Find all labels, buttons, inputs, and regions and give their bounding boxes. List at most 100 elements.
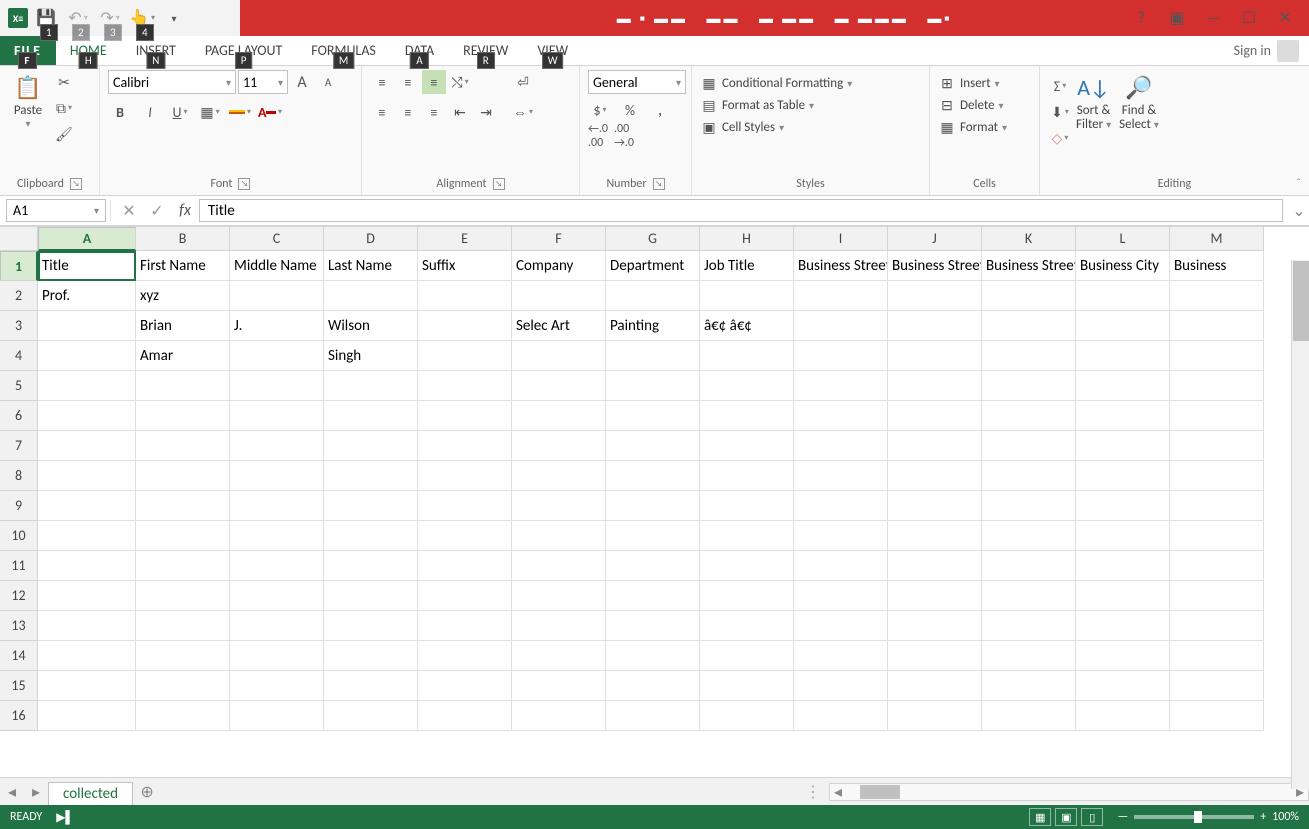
cancel-formula-button[interactable]: ✕ — [115, 196, 143, 225]
orientation-button[interactable]: ⤭▾ — [448, 70, 472, 94]
wrap-text-button[interactable]: ⏎ — [506, 70, 540, 94]
cell-G13[interactable] — [606, 611, 700, 641]
cell-J12[interactable] — [888, 581, 982, 611]
cell-I8[interactable] — [794, 461, 888, 491]
zoom-slider[interactable] — [1134, 815, 1254, 819]
cell-E12[interactable] — [418, 581, 512, 611]
percent-button[interactable]: % — [618, 98, 642, 122]
find-select-button[interactable]: 🔎 Find &Select ▾ — [1115, 70, 1163, 135]
sign-in[interactable]: Sign in — [1224, 36, 1309, 65]
cell-I4[interactable] — [794, 341, 888, 371]
cell-F14[interactable] — [512, 641, 606, 671]
row-header-16[interactable]: 16 — [0, 701, 38, 731]
cell-B5[interactable] — [136, 371, 230, 401]
qat-customize-button[interactable]: ▾ — [160, 4, 188, 32]
cell-H2[interactable] — [700, 281, 794, 311]
cell-G5[interactable] — [606, 371, 700, 401]
cell-C2[interactable] — [230, 281, 324, 311]
underline-button[interactable]: U▾ — [168, 100, 192, 124]
italic-button[interactable]: I — [138, 100, 162, 124]
cell-D6[interactable] — [324, 401, 418, 431]
cell-F2[interactable] — [512, 281, 606, 311]
cell-K8[interactable] — [982, 461, 1076, 491]
cell-C3[interactable]: J. — [230, 311, 324, 341]
cell-K2[interactable] — [982, 281, 1076, 311]
font-color-button[interactable]: A▾ — [258, 100, 282, 124]
cell-A6[interactable] — [38, 401, 136, 431]
tab-home[interactable]: HOMEH — [56, 36, 122, 65]
cell-E13[interactable] — [418, 611, 512, 641]
tab-data[interactable]: DATAA — [391, 36, 449, 65]
increase-indent-button[interactable]: ⇥ — [474, 100, 498, 124]
row-header-6[interactable]: 6 — [0, 401, 38, 431]
cell-E16[interactable] — [418, 701, 512, 731]
qat-save-button[interactable]: 💾1 — [32, 4, 60, 32]
cell-K13[interactable] — [982, 611, 1076, 641]
align-left-button[interactable]: ≡ — [370, 100, 394, 124]
cell-M6[interactable] — [1170, 401, 1264, 431]
sheet-nav-prev[interactable]: ◂ — [0, 782, 24, 802]
cell-E8[interactable] — [418, 461, 512, 491]
enter-formula-button[interactable]: ✓ — [143, 196, 171, 225]
cell-H6[interactable] — [700, 401, 794, 431]
row-header-9[interactable]: 9 — [0, 491, 38, 521]
cell-E11[interactable] — [418, 551, 512, 581]
fill-color-button[interactable]: ▾ — [228, 100, 252, 124]
qat-redo-button[interactable]: ↷▾3 — [96, 4, 124, 32]
cell-K10[interactable] — [982, 521, 1076, 551]
cell-K11[interactable] — [982, 551, 1076, 581]
cell-J14[interactable] — [888, 641, 982, 671]
cell-J15[interactable] — [888, 671, 982, 701]
align-bottom-button[interactable]: ≡ — [422, 70, 446, 94]
cell-B3[interactable]: Brian — [136, 311, 230, 341]
select-all-corner[interactable] — [0, 227, 38, 251]
cell-B13[interactable] — [136, 611, 230, 641]
cell-C14[interactable] — [230, 641, 324, 671]
cell-J6[interactable] — [888, 401, 982, 431]
cell-L15[interactable] — [1076, 671, 1170, 701]
cell-F10[interactable] — [512, 521, 606, 551]
minimize-button[interactable]: — — [1199, 4, 1227, 32]
cell-A10[interactable] — [38, 521, 136, 551]
grid[interactable]: ABCDEFGHIJKLM1TitleFirst NameMiddle Name… — [0, 227, 1309, 731]
borders-button[interactable]: ▦▾ — [198, 100, 222, 124]
cell-D7[interactable] — [324, 431, 418, 461]
cell-C15[interactable] — [230, 671, 324, 701]
cell-F11[interactable] — [512, 551, 606, 581]
column-header-C[interactable]: C — [230, 227, 324, 251]
column-header-A[interactable]: A — [38, 227, 136, 251]
cell-C7[interactable] — [230, 431, 324, 461]
expand-formula-button[interactable]: ⌄ — [1289, 196, 1309, 225]
cell-I3[interactable] — [794, 311, 888, 341]
cell-M1[interactable]: Business — [1170, 251, 1264, 281]
cell-G10[interactable] — [606, 521, 700, 551]
vertical-scrollbar[interactable] — [1291, 260, 1309, 789]
cell-H15[interactable] — [700, 671, 794, 701]
cell-M4[interactable] — [1170, 341, 1264, 371]
row-header-8[interactable]: 8 — [0, 461, 38, 491]
cell-F16[interactable] — [512, 701, 606, 731]
cell-E15[interactable] — [418, 671, 512, 701]
cell-H11[interactable] — [700, 551, 794, 581]
conditional-formatting-button[interactable]: ▦Conditional Formatting▾ — [700, 74, 852, 92]
cell-E3[interactable] — [418, 311, 512, 341]
cell-F12[interactable] — [512, 581, 606, 611]
cell-F6[interactable] — [512, 401, 606, 431]
cell-D8[interactable] — [324, 461, 418, 491]
sheet-tab-collected[interactable]: collected — [48, 782, 133, 806]
cell-A2[interactable]: Prof. — [38, 281, 136, 311]
macro-record-icon[interactable]: ▶▌ — [56, 810, 74, 825]
cell-D9[interactable] — [324, 491, 418, 521]
cell-D15[interactable] — [324, 671, 418, 701]
cell-K4[interactable] — [982, 341, 1076, 371]
row-header-5[interactable]: 5 — [0, 371, 38, 401]
cell-G11[interactable] — [606, 551, 700, 581]
font-size-select[interactable]: 11▾ — [238, 70, 288, 94]
cell-A14[interactable] — [38, 641, 136, 671]
cell-B10[interactable] — [136, 521, 230, 551]
name-box[interactable]: A1▾ — [6, 199, 106, 222]
cell-M12[interactable] — [1170, 581, 1264, 611]
cell-F1[interactable]: Company — [512, 251, 606, 281]
cell-G8[interactable] — [606, 461, 700, 491]
cell-I7[interactable] — [794, 431, 888, 461]
